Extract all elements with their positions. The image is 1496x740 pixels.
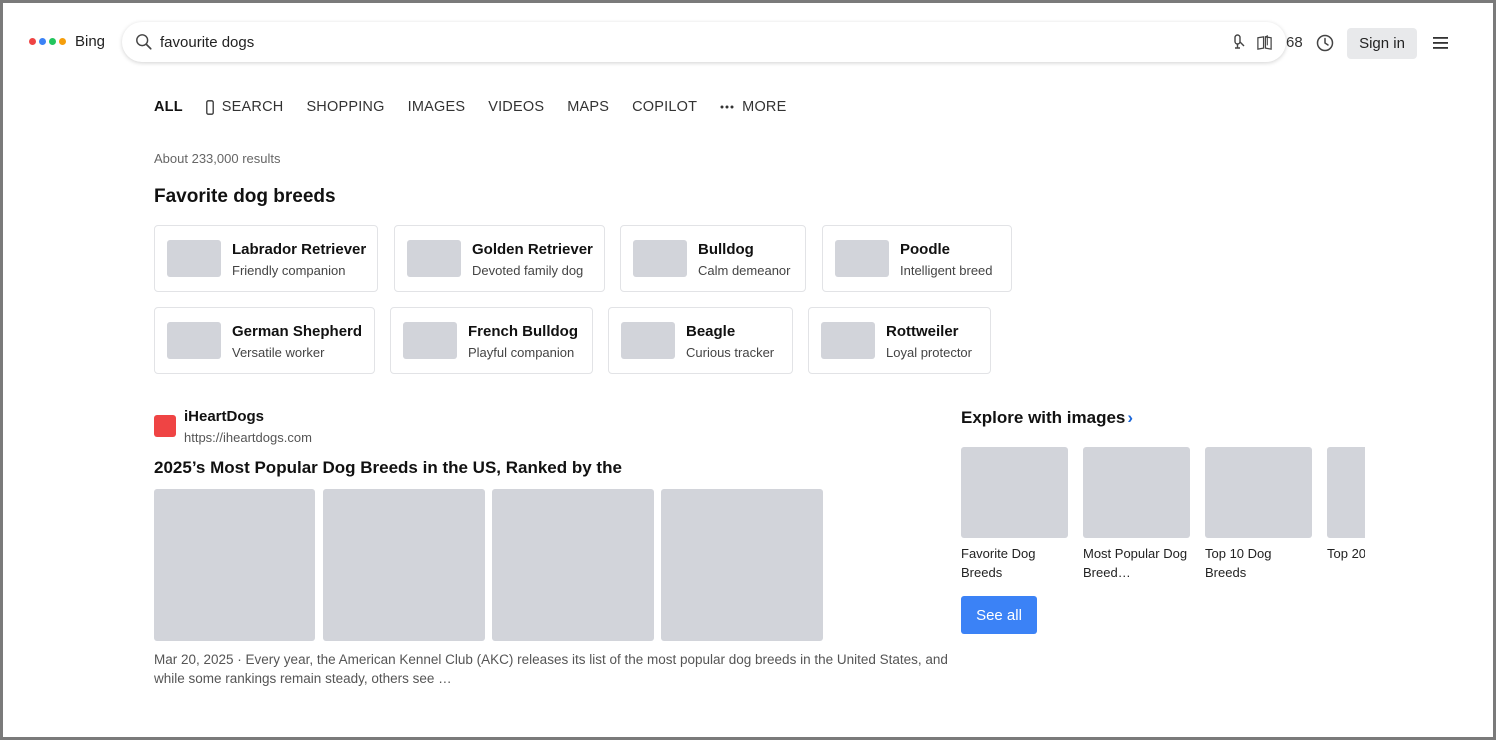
tab-copilot[interactable]: COPILOT (632, 99, 697, 115)
breed-name: German Shepherd (232, 323, 363, 340)
explore-image-label: Favorite Dog Breeds (961, 546, 1036, 580)
header: Bing 68 Sign in (3, 3, 1493, 83)
breeds-section-title: Favorite dog breeds (154, 186, 336, 207)
breed-card-french-bulldog[interactable]: French Bulldog Playful companion (390, 307, 593, 374)
tab-search-label: SEARCH (221, 99, 284, 115)
explore-images-title[interactable]: Explore with images › (961, 408, 1133, 428)
breed-name: French Bulldog (468, 323, 578, 340)
more-dots-icon (720, 105, 734, 109)
breed-thumbnail (167, 240, 221, 277)
site-favicon (154, 415, 176, 437)
breed-thumbnail (821, 322, 875, 359)
search-input[interactable] (160, 30, 1160, 54)
tab-videos[interactable]: VIDEOS (488, 99, 544, 115)
breed-thumbnail (835, 240, 889, 277)
phone-icon (205, 99, 214, 115)
breed-card-german-shepherd[interactable]: German Shepherd Versatile worker (154, 307, 375, 374)
result-site-name[interactable]: iHeartDogs (184, 408, 264, 425)
breed-description: Friendly companion (232, 263, 346, 278)
explore-image-thumbnail (1083, 447, 1190, 538)
breed-card-poodle[interactable]: Poodle Intelligent breed (822, 225, 1012, 292)
breed-description: Devoted family dog (472, 263, 584, 278)
tab-maps[interactable]: MAPS (567, 99, 609, 115)
explore-image-item[interactable]: Top 20 Breeds (1327, 447, 1365, 563)
logo-text: Bing (75, 33, 106, 50)
explore-images-carousel: Favorite Dog Breeds Most Popular Dog Bre… (961, 447, 1365, 587)
result-image[interactable] (323, 489, 485, 641)
history-clock-icon[interactable] (1316, 34, 1334, 52)
breed-card-golden-retriever[interactable]: Golden Retriever Devoted family dog (394, 225, 605, 292)
breed-description: Intelligent breed (900, 263, 993, 278)
breed-description: Calm demeanor (698, 263, 791, 278)
tab-search[interactable]: SEARCH (205, 99, 284, 115)
explore-image-thumbnail (1205, 447, 1312, 538)
tab-images[interactable]: IMAGES (408, 99, 466, 115)
result-image[interactable] (154, 489, 315, 641)
logo-dot-red (29, 38, 36, 45)
explore-image-item[interactable]: Favorite Dog Breeds (961, 447, 1068, 582)
browser-frame: Bing 68 Sign in (0, 0, 1496, 740)
explore-image-label: Most Popular Dog Breed… (1083, 546, 1188, 580)
breed-thumbnail (633, 240, 687, 277)
search-tabs: ALL SEARCH SHOPPING IMAGES VIDEOS MAPS C… (154, 97, 809, 117)
explore-image-item[interactable]: Most Popular Dog Breed… (1083, 447, 1190, 582)
search-box[interactable] (122, 22, 1286, 62)
breed-description: Playful companion (468, 345, 575, 360)
breed-name: Golden Retriever (472, 241, 593, 258)
rewards-count[interactable]: 68 (1286, 34, 1303, 51)
breed-thumbnail (407, 240, 461, 277)
results-count: About 233,000 results (154, 151, 281, 166)
search-icon[interactable] (135, 33, 153, 51)
breed-name: Bulldog (698, 241, 754, 258)
breed-description: Versatile worker (232, 345, 325, 360)
logo-dot-green (49, 38, 56, 45)
hamburger-menu-icon[interactable] (1433, 36, 1449, 50)
chevron-right-icon: › (1127, 408, 1134, 427)
breed-card-labrador-retriever[interactable]: Labrador Retriever Friendly companion (154, 225, 378, 292)
breed-name: Beagle (686, 323, 736, 340)
breed-name: Poodle (900, 241, 951, 258)
breed-card-bulldog[interactable]: Bulldog Calm demeanor (620, 225, 806, 292)
sign-in-button[interactable]: Sign in (1347, 28, 1417, 59)
breed-description: Curious tracker (686, 345, 775, 360)
explore-image-label: Top 10 Dog Breeds (1205, 546, 1272, 580)
breed-thumbnail (403, 322, 457, 359)
tab-more-label: MORE (742, 99, 787, 115)
breed-thumbnail (621, 322, 675, 359)
microphone-icon[interactable] (1231, 34, 1247, 50)
result-site-url[interactable]: https://iheartdogs.com (184, 430, 312, 445)
result-snippet: Mar 20, 2025 · Every year, the American … (154, 652, 948, 686)
breed-card-beagle[interactable]: Beagle Curious tracker (608, 307, 793, 374)
breed-name: Rottweiler (886, 323, 959, 340)
see-all-button[interactable]: See all (961, 596, 1037, 634)
explore-image-thumbnail (961, 447, 1068, 538)
breed-thumbnail (167, 322, 221, 359)
breed-card-rottweiler[interactable]: Rottweiler Loyal protector (808, 307, 991, 374)
result-title-link[interactable]: 2025’s Most Popular Dog Breeds in the US… (154, 458, 622, 478)
tab-shopping[interactable]: SHOPPING (306, 99, 384, 115)
result-image[interactable] (661, 489, 823, 641)
explore-image-thumbnail (1327, 447, 1365, 538)
explore-title-text: Explore with images (961, 408, 1126, 427)
breed-description: Loyal protector (886, 345, 972, 360)
bing-logo[interactable]: Bing (29, 33, 105, 50)
logo-dot-orange (59, 38, 66, 45)
result-image[interactable] (492, 489, 654, 641)
open-book-icon[interactable] (1256, 34, 1273, 51)
explore-image-label: Top 20 Breeds (1327, 546, 1365, 561)
logo-dot-blue (39, 38, 46, 45)
tab-more[interactable]: MORE (720, 99, 786, 115)
tab-all[interactable]: ALL (154, 99, 183, 115)
breed-name: Labrador Retriever (232, 241, 367, 258)
explore-image-item[interactable]: Top 10 Dog Breeds (1205, 447, 1312, 582)
